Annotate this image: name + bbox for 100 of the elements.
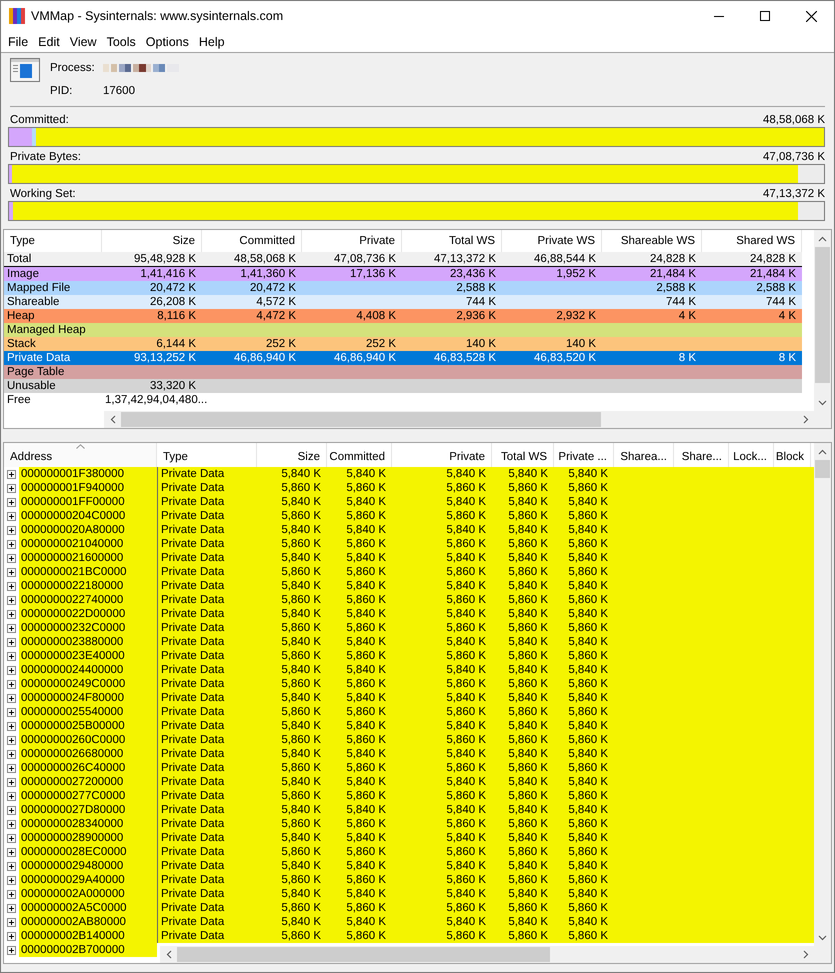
expand-icon[interactable] [7,736,16,744]
expand-icon[interactable] [7,554,16,562]
expand-icon[interactable] [7,680,16,688]
expand-icon[interactable] [7,876,16,884]
expand-icon[interactable] [7,540,16,548]
table-row[interactable]: 00000000277C0000 Private Data 5,860 K 5,860 K 5,860 K 5,860 K 5,860 K [4,789,814,803]
table-row[interactable]: 0000000027D80000 Private Data 5,840 K 5,840 K 5,840 K 5,840 K 5,840 K [4,803,814,817]
column-header[interactable]: Committed [327,443,392,467]
expand-icon[interactable] [7,526,16,534]
expand-icon[interactable] [7,792,16,800]
menu-item[interactable]: Help [194,34,230,48]
table-row[interactable]: 0000000024F80000 Private Data 5,840 K 5,840 K 5,840 K 5,840 K 5,840 K [4,691,814,705]
expand-icon[interactable] [7,834,16,842]
expand-icon[interactable] [7,568,16,576]
expand-icon[interactable] [7,652,16,660]
expand-icon[interactable] [7,918,16,926]
table-cell-text: 5,840 K [507,803,549,817]
table-row[interactable]: 0000000021BC0000 Private Data 5,860 K 5,860 K 5,860 K 5,860 K 5,860 K [4,565,814,579]
horizontal-scrollbar[interactable] [160,946,814,963]
table-row[interactable]: 0000000023880000 Private Data 5,840 K 5,840 K 5,840 K 5,840 K 5,840 K [4,635,814,649]
table-row[interactable]: 000000002AB80000 Private Data 5,840 K 5,840 K 5,840 K 5,840 K 5,840 K [4,915,814,929]
expand-icon[interactable] [7,820,16,828]
table-row[interactable]: 0000000026C40000 Private Data 5,860 K 5,860 K 5,860 K 5,860 K 5,860 K [4,761,814,775]
column-header[interactable]: Address [4,443,157,467]
expand-icon[interactable] [7,666,16,674]
table-row[interactable]: 00000000249C0000 Private Data 5,860 K 5,860 K 5,860 K 5,860 K 5,860 K [4,677,814,691]
expand-icon[interactable] [7,932,16,940]
table-cell-text: 5,860 K [345,621,387,635]
meter-label: Committed: [10,114,69,126]
table-row[interactable]: 000000001F380000 Private Data 5,840 K 5,840 K 5,840 K 5,840 K 5,840 K [4,467,814,481]
scrollbar-thumb[interactable] [121,412,601,427]
table-row[interactable]: Shareable 26,208 K 4,572 K 744 K 744 K 744 K [4,295,802,309]
horizontal-scrollbar[interactable] [104,411,814,428]
expand-icon[interactable] [7,778,16,786]
table-row[interactable]: 0000000022D00000 Private Data 5,840 K 5,840 K 5,840 K 5,840 K 5,840 K [4,607,814,621]
expand-icon[interactable] [7,470,16,478]
menu-item[interactable]: View [64,34,102,48]
expand-icon[interactable] [7,750,16,758]
table-row[interactable]: 000000002B140000 Private Data 5,860 K 5,860 K 5,860 K 5,860 K 5,860 K [4,929,814,943]
expand-icon[interactable] [7,806,16,814]
table-row[interactable]: 000000001FF00000 Private Data 5,840 K 5,840 K 5,840 K 5,840 K 5,840 K [4,495,814,509]
expand-icon[interactable] [7,610,16,618]
expand-icon[interactable] [7,946,16,954]
expand-icon[interactable] [7,694,16,702]
table-row[interactable]: 0000000029480000 Private Data 5,840 K 5,840 K 5,840 K 5,840 K 5,840 K [4,859,814,873]
expand-icon[interactable] [7,484,16,492]
expand-icon[interactable] [7,722,16,730]
table-row[interactable]: 0000000020A80000 Private Data 5,840 K 5,840 K 5,840 K 5,840 K 5,840 K [4,523,814,537]
vertical-scrollbar[interactable] [814,230,831,428]
table-row[interactable]: 0000000027200000 Private Data 5,840 K 5,840 K 5,840 K 5,840 K 5,840 K [4,775,814,789]
table-row[interactable]: Stack 6,144 K 252 K 252 K 140 K 140 K [4,337,802,351]
table-row[interactable]: Heap 8,116 K 4,472 K 4,408 K 2,936 K 2,932 K 4 K 4 K [4,309,802,323]
table-row[interactable]: 0000000028340000 Private Data 5,860 K 5,860 K 5,860 K 5,860 K 5,860 K [4,817,814,831]
expand-icon[interactable] [7,596,16,604]
scrollbar-thumb[interactable] [815,247,830,383]
menu-item[interactable]: Tools [102,34,141,48]
expand-icon[interactable] [7,764,16,772]
table-row[interactable]: 00000000204C0000 Private Data 5,860 K 5,860 K 5,860 K 5,860 K 5,860 K [4,509,814,523]
table-row[interactable]: Total 95,48,928 K 48,58,068 K 47,08,736 K 47,13,372 K 46,88,544 K 24,828 K 24,828 K [4,252,802,267]
table-row[interactable]: 000000001F940000 Private Data 5,860 K 5,860 K 5,860 K 5,860 K 5,860 K [4,481,814,495]
table-cell-text: 5,860 K [345,817,387,831]
table-row[interactable]: 0000000024400000 Private Data 5,840 K 5,840 K 5,840 K 5,840 K 5,840 K [4,663,814,677]
expand-icon[interactable] [7,638,16,646]
expand-icon[interactable] [7,862,16,870]
table-row[interactable]: 0000000025540000 Private Data 5,860 K 5,860 K 5,860 K 5,860 K 5,860 K [4,705,814,719]
table-row[interactable]: 0000000021600000 Private Data 5,840 K 5,840 K 5,840 K 5,840 K 5,840 K [4,551,814,565]
table-row[interactable]: 0000000022180000 Private Data 5,840 K 5,840 K 5,840 K 5,840 K 5,840 K [4,579,814,593]
expand-icon[interactable] [7,890,16,898]
expand-icon[interactable] [7,708,16,716]
expand-icon[interactable] [7,498,16,506]
table-row[interactable]: Private Data 93,13,252 K 46,86,940 K 46,86,940 K 46,83,528 K 46,83,520 K 8 K 8 K [4,351,802,365]
expand-icon[interactable] [7,624,16,632]
table-row[interactable]: Unusable 33,320 K [4,379,802,393]
menu-item[interactable]: File [3,34,34,48]
table-row[interactable]: 00000000232C0000 Private Data 5,860 K 5,860 K 5,860 K 5,860 K 5,860 K [4,621,814,635]
vertical-scrollbar[interactable] [814,443,831,963]
table-row[interactable]: 0000000023E40000 Private Data 5,860 K 5,860 K 5,860 K 5,860 K 5,860 K [4,649,814,663]
table-row[interactable]: 000000002A000000 Private Data 5,840 K 5,840 K 5,840 K 5,840 K 5,840 K [4,887,814,901]
table-row[interactable]: 0000000029A40000 Private Data 5,860 K 5,860 K 5,860 K 5,860 K 5,860 K [4,873,814,887]
table-row[interactable]: 0000000026680000 Private Data 5,840 K 5,840 K 5,840 K 5,840 K 5,840 K [4,747,814,761]
scrollbar-thumb[interactable] [815,460,830,478]
menu-item[interactable]: Edit [33,34,65,48]
expand-icon[interactable] [7,512,16,520]
expand-icon[interactable] [7,848,16,856]
table-row[interactable]: Mapped File 20,472 K 20,472 K 2,588 K 2,588 K 2,588 K [4,281,802,295]
table-row[interactable]: 0000000025B00000 Private Data 5,840 K 5,840 K 5,840 K 5,840 K 5,840 K [4,719,814,733]
table-row[interactable]: 0000000028900000 Private Data 5,840 K 5,840 K 5,840 K 5,840 K 5,840 K [4,831,814,845]
expand-icon[interactable] [7,904,16,912]
table-row[interactable]: 00000000260C0000 Private Data 5,860 K 5,860 K 5,860 K 5,860 K 5,860 K [4,733,814,747]
menu-item[interactable]: Options [140,34,194,48]
column-header[interactable]: Block [774,443,811,467]
table-row[interactable]: 0000000028EC0000 Private Data 5,860 K 5,860 K 5,860 K 5,860 K 5,860 K [4,845,814,859]
expand-icon[interactable] [7,582,16,590]
table-row[interactable]: 0000000021040000 Private Data 5,860 K 5,860 K 5,860 K 5,860 K 5,860 K [4,537,814,551]
table-row[interactable]: Image 1,41,416 K 1,41,360 K 17,136 K 23,436 K 1,952 K 21,484 K 21,484 K [4,267,802,281]
table-row[interactable]: Page Table [4,365,802,379]
table-row[interactable]: 0000000022740000 Private Data 5,860 K 5,860 K 5,860 K 5,860 K 5,860 K [4,593,814,607]
scrollbar-thumb[interactable] [177,947,550,962]
table-row[interactable]: Managed Heap [4,323,802,337]
table-row[interactable]: 000000002A5C0000 Private Data 5,860 K 5,860 K 5,860 K 5,860 K 5,860 K [4,901,814,915]
